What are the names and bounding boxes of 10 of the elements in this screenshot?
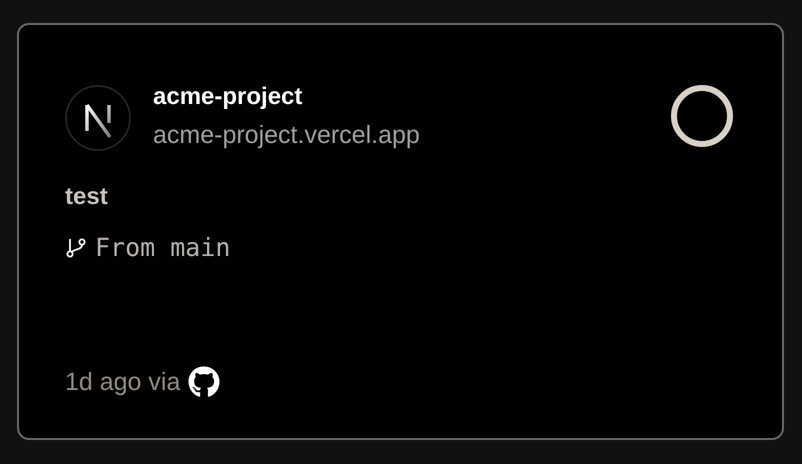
branch-icon [65,236,87,258]
commit-message: test [65,183,109,211]
branch-label: From main [95,233,230,262]
deploy-time: 1d ago via [65,368,180,396]
project-card[interactable]: acme-project acme-project.vercel.app test From main 1d ago via [17,23,784,440]
n-logo-icon [65,85,131,151]
status-ring-icon [670,84,734,148]
project-name[interactable]: acme-project [153,82,420,110]
github-icon[interactable] [188,366,220,398]
project-url[interactable]: acme-project.vercel.app [153,120,420,150]
